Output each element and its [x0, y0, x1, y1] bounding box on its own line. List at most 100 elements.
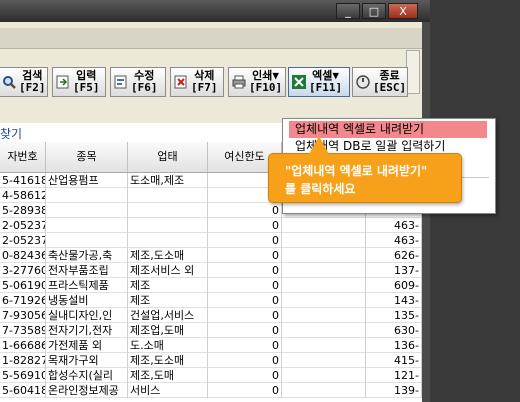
cell-biz: 건설업,서비스 [128, 308, 208, 323]
cell-limit: 0 [208, 383, 282, 398]
insert-button[interactable]: 입력 [F5] [52, 67, 106, 97]
cell-no: 5-41618 [2, 173, 46, 188]
table-row[interactable]: 7-73589 전자기기,전자 제조업,도매 0 630- [0, 323, 422, 338]
search-icon [2, 75, 16, 89]
table-row[interactable]: 5-60418 온라인정보제공 서비스 0 139- [0, 383, 422, 398]
cell-no: 5-56910 [2, 368, 46, 383]
cell-limit: 0 [208, 218, 282, 233]
cell-biz [128, 218, 208, 233]
cell-limit: 0 [208, 323, 282, 338]
cell-v2 [282, 368, 366, 383]
cell-biz: 제조업,도매 [128, 323, 208, 338]
cell-v2 [282, 383, 366, 398]
cell-item: 실내디자인,인 [46, 308, 128, 323]
cell-biz: 제조,도소매 [128, 248, 208, 263]
cell-limit: 0 [208, 203, 282, 218]
cell-no: 5-28938 [2, 203, 46, 218]
cell-limit: 0 [208, 248, 282, 263]
maximize-button[interactable]: □ [362, 3, 386, 19]
exit-button[interactable]: 종료 [ESC] [352, 67, 408, 97]
cell-item [46, 203, 128, 218]
cell-item [46, 188, 128, 203]
cell-biz: 제조 [128, 293, 208, 308]
cell-limit: 0 [208, 308, 282, 323]
cell-v2 [282, 308, 366, 323]
cell-v3: 121- [366, 368, 422, 383]
cell-v3: 135- [366, 308, 422, 323]
cell-v2 [282, 323, 366, 338]
cell-v2 [282, 263, 366, 278]
excel-icon [292, 75, 306, 89]
cell-no: 2-05237 [2, 233, 46, 248]
table-row[interactable]: 1-82827 목재가구외 제조,도소매 0 415- [0, 353, 422, 368]
cell-biz: 제조서비스 외 [128, 263, 208, 278]
table-row[interactable]: 5-06190 프라스틱제품 제조 0 609- [0, 278, 422, 293]
cell-biz: 서비스 [128, 383, 208, 398]
ribbon-strip [0, 28, 422, 49]
cell-item [46, 218, 128, 233]
cell-no: 0-82436 [2, 248, 46, 263]
cell-v3: 630- [366, 323, 422, 338]
printer-icon [232, 75, 246, 89]
delete-button[interactable]: 삭제 [F7] [170, 67, 224, 97]
table-row[interactable]: 1-66686 가전제품 외 도.소매 0 136- [0, 338, 422, 353]
cell-no: 4-58612 [2, 188, 46, 203]
cell-biz [128, 203, 208, 218]
cell-v2 [282, 353, 366, 368]
minimize-button[interactable]: _ [336, 3, 360, 19]
close-button[interactable]: X [388, 3, 418, 19]
cell-v3: 139- [366, 383, 422, 398]
cell-biz: 제조,도매 [128, 368, 208, 383]
cell-v3: 136- [366, 338, 422, 353]
cell-item: 산업용펌프 [46, 173, 128, 188]
window-title-bar: _ □ X [0, 0, 430, 22]
cell-limit: 0 [208, 353, 282, 368]
table-row[interactable]: 2-05237 0 463- [0, 233, 422, 248]
cell-v2 [282, 218, 366, 233]
cell-item: 전자기기,전자 [46, 323, 128, 338]
cell-biz: 도.소매 [128, 338, 208, 353]
cell-v2 [282, 338, 366, 353]
power-icon [356, 75, 370, 89]
cell-v3: 463- [366, 218, 422, 233]
table-row[interactable]: 5-56910 합성수지(실리 제조,도매 0 121- [0, 368, 422, 383]
cell-v3: 609- [366, 278, 422, 293]
cell-item [46, 233, 128, 248]
cell-biz: 제조,도소매 [128, 353, 208, 368]
cell-v2 [282, 278, 366, 293]
table-row[interactable]: 3-27760 전자부품조립 제조서비스 외 0 137- [0, 263, 422, 278]
cell-no: 5-60418 [2, 383, 46, 398]
table-row[interactable]: 6-71926 냉동설비 제조 0 143- [0, 293, 422, 308]
cell-item: 가전제품 외 [46, 338, 128, 353]
cell-limit: 0 [208, 263, 282, 278]
cell-no: 7-73589 [2, 323, 46, 338]
cell-no: 5-06190 [2, 278, 46, 293]
search-button[interactable]: 검색 [F2] [0, 67, 48, 97]
edit-icon [56, 75, 70, 89]
cell-biz [128, 233, 208, 248]
instruction-tooltip: "업체내역 엑셀로 내려받기" 를 클릭하세요 [268, 136, 462, 203]
search-link[interactable]: 찾기 [0, 125, 22, 142]
cell-no: 2-05237 [2, 218, 46, 233]
cell-limit: 0 [208, 233, 282, 248]
excel-button[interactable]: 엑셀▼ [F11] [288, 67, 350, 97]
main-toolbar: 검색 [F2] 입력 [F5] 수정 [F6] 삭제 [F7] 인쇄▼ [F10] 엑셀▼… [0, 67, 410, 97]
cell-no: 3-27760 [2, 263, 46, 278]
cell-no: 1-66686 [2, 338, 46, 353]
table-row[interactable]: 0-82436 축산물가공,축 제조,도소매 0 626- [0, 248, 422, 263]
cell-limit: 0 [208, 278, 282, 293]
cell-v2 [282, 233, 366, 248]
table-row[interactable]: 2-05237 0 463- [0, 218, 422, 233]
modify-button[interactable]: 수정 [F6] [110, 67, 166, 97]
col-header-biz-no[interactable]: 자번호 [0, 142, 46, 172]
col-header-item[interactable]: 종목 [46, 142, 128, 172]
cell-biz [128, 188, 208, 203]
cell-item: 온라인정보제공 [46, 383, 128, 398]
cell-no: 1-82827 [2, 353, 46, 368]
cell-item: 냉동설비 [46, 293, 128, 308]
delete-icon [174, 75, 188, 89]
col-header-business-type[interactable]: 업태 [128, 142, 208, 172]
cell-v3: 137- [366, 263, 422, 278]
print-button[interactable]: 인쇄▼ [F10] [228, 67, 286, 97]
table-row[interactable]: 7-93056 실내디자인,인 건설업,서비스 0 135- [0, 308, 422, 323]
